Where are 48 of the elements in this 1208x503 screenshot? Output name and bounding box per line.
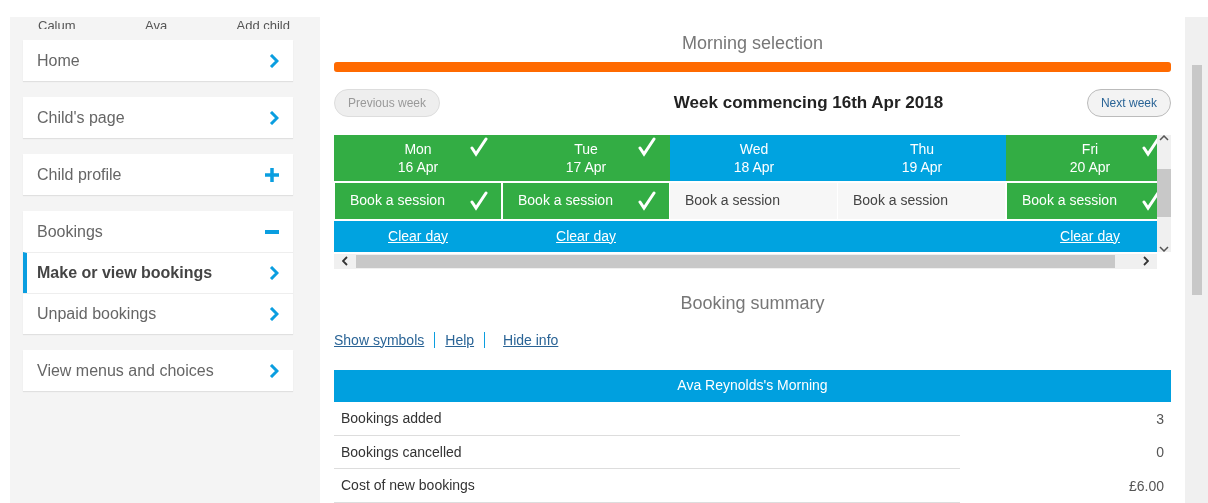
scroll-up-icon[interactable] — [1159, 134, 1169, 141]
sidebar-item[interactable]: Home — [23, 40, 293, 81]
day-header: Fri 20 Apr — [1006, 134, 1157, 181]
table-cell-text: £6.00 — [1128, 476, 1164, 496]
check-icon — [638, 136, 656, 157]
sidebar-item[interactable]: Child's page — [23, 97, 293, 138]
check-icon — [470, 190, 488, 211]
chevron-right-icon — [269, 266, 279, 280]
minus-icon — [265, 229, 279, 234]
chevron-right-icon — [269, 53, 279, 68]
section-title: Booking summary — [679, 291, 826, 315]
day-header: Thu 19 Apr — [838, 134, 1006, 181]
sidebar-item[interactable]: View menus and choices — [23, 350, 293, 391]
table-cell-text: Cost of new bookings — [341, 476, 475, 496]
info-link[interactable]: Hide info — [503, 329, 559, 351]
sidebar-item[interactable]: Make or view bookings — [23, 252, 293, 293]
plus-icon — [265, 167, 279, 182]
sidebar-item[interactable]: Child profile — [23, 154, 293, 195]
check-icon — [1142, 136, 1157, 157]
info-link[interactable]: Help — [445, 329, 475, 351]
check-icon — [1142, 190, 1157, 211]
sidebar-item[interactable]: Bookings — [23, 211, 293, 252]
scroll-left-icon[interactable] — [342, 256, 348, 267]
scrollbar-thumb[interactable] — [1191, 65, 1202, 295]
table-title: Ava Reynolds's Morning — [334, 369, 1171, 403]
session-slot[interactable]: Book a session — [838, 182, 1006, 219]
chevron-right-icon — [269, 363, 279, 378]
scroll-right-icon[interactable] — [1143, 256, 1149, 267]
chevron-right-icon — [269, 307, 279, 321]
check-icon — [638, 190, 656, 211]
session-slot[interactable]: Book a session — [670, 182, 838, 219]
week-heading: Week commencing 16th Apr 2018 — [672, 91, 944, 114]
day-header: Tue 17 Apr — [502, 134, 670, 181]
vertical-scrollbar[interactable] — [1157, 134, 1171, 252]
section-title: Morning selection — [680, 32, 825, 55]
next-week-button[interactable]: Next week — [1086, 88, 1171, 117]
sidebar-item[interactable]: Unpaid bookings — [23, 293, 293, 334]
table-cell-text: Bookings cancelled — [341, 442, 462, 462]
horizontal-scrollbar[interactable] — [334, 253, 1157, 269]
check-icon — [470, 136, 488, 157]
day-header: Mon 16 Apr — [334, 134, 502, 181]
info-link[interactable]: Show symbols — [334, 329, 425, 351]
table-cell-text: 0 — [1156, 443, 1164, 463]
table-cell-text: 3 — [1156, 409, 1164, 429]
table-cell-text: Bookings added — [341, 409, 442, 428]
day-header: Wed 18 Apr — [670, 134, 838, 181]
chevron-right-icon — [269, 110, 279, 125]
scroll-down-icon[interactable] — [1159, 245, 1169, 252]
